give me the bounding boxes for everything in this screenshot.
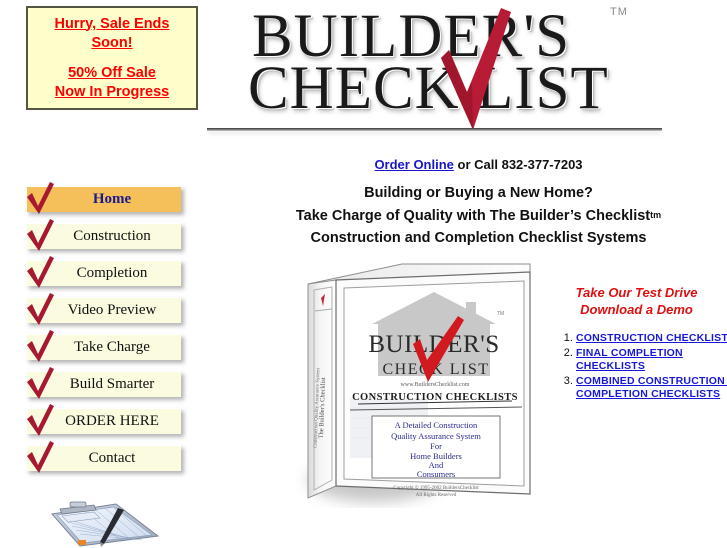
product-binder-image: The Builder's Checklist Construction Qua…: [307, 263, 531, 502]
binder-rights-text: All Rights Reserved: [416, 493, 457, 498]
sidebar-item-label: Video Preview: [67, 302, 157, 318]
order-phone-text: or Call 832-377-7203: [453, 157, 583, 172]
sidebar-item-construction[interactable]: Construction: [26, 219, 181, 251]
site-logo: BUILDER'S CHECK LIST TM: [200, 0, 727, 143]
red-checkmark-icon: [27, 367, 54, 399]
clipboard-clip-handle: [69, 501, 87, 508]
sidebar-item-label: Home: [92, 191, 132, 207]
orange-marker-icon: [78, 540, 86, 545]
red-checkmark-icon: [27, 330, 54, 362]
test-drive-line1: Take Our Test Drive: [575, 285, 698, 300]
sidebar-nav: Home Construction Completion Video Previ…: [26, 182, 202, 482]
sidebar-item-label: Completion: [76, 265, 148, 281]
list-item: CONSTRUCTION CHECKLISTS: [576, 332, 727, 346]
sidebar-item-label: Take Charge: [74, 339, 150, 355]
sidebar-item-home[interactable]: Home: [26, 182, 181, 214]
logo-divider: [207, 128, 662, 131]
red-checkmark-icon: [27, 441, 54, 473]
order-online-link[interactable]: Order Online: [374, 157, 453, 172]
trademark-icon: TM: [610, 6, 628, 18]
sale-line-2: Soon!: [91, 34, 133, 51]
test-drive-line2: Download a Demo: [580, 302, 693, 317]
sidebar-item-order-here[interactable]: ORDER HERE: [26, 404, 181, 436]
sale-line-4: Now In Progress: [54, 83, 170, 100]
test-drive-heading: Take Our Test Drive Download a Demo: [549, 284, 724, 318]
sidebar-item-build-smarter[interactable]: Build Smarter: [26, 367, 181, 399]
binder-desc-line6: Consumers: [417, 469, 455, 479]
binder-copyright-text: Copyright © 1995-2002 BuildersChecklist: [393, 485, 479, 491]
red-checkmark-icon: [27, 293, 54, 325]
sidebar-item-completion[interactable]: Completion: [26, 256, 181, 288]
sidebar-item-take-charge[interactable]: Take Charge: [26, 330, 181, 362]
list-item: COMBINED CONSTRUCTION and COMPLETION CHE…: [576, 375, 727, 402]
sidebar-item-label: Construction: [73, 228, 151, 244]
tagline-line2-text: Take Charge of Quality with The Builder’…: [295, 208, 651, 224]
demo-link-final-completion-checklists[interactable]: FINAL COMPLETION CHECKLISTS: [576, 347, 683, 373]
red-checkmark-icon: [27, 256, 54, 288]
demo-download-list: CONSTRUCTION CHECKLISTS FINAL COMPLETION…: [552, 332, 727, 403]
binder-trademark-icon: TM: [497, 311, 504, 317]
tagline-line1: Building or Buying a New Home?: [364, 185, 593, 201]
sale-line-1: Hurry, Sale Ends: [54, 15, 170, 32]
sale-line-3: 50% Off Sale: [68, 64, 156, 81]
sidebar-item-label: ORDER HERE: [65, 413, 159, 429]
clipboard-image: [51, 501, 160, 547]
red-checkmark-icon: [27, 219, 54, 251]
binder-desc-line2: Quality Assurance System: [391, 431, 481, 441]
order-line: Order Online or Call 832-377-7203: [230, 157, 727, 172]
logo-text-line2: CHECK LIST: [248, 55, 609, 122]
tagline-tm-icon: tm: [650, 210, 662, 220]
sidebar-item-label: Contact: [88, 450, 136, 466]
demo-link-combined-checklists[interactable]: COMBINED CONSTRUCTION and COMPLETION CHE…: [576, 375, 727, 401]
sidebar-item-label: Build Smarter: [69, 376, 155, 392]
binder-desc-line3: For: [430, 441, 442, 451]
red-checkmark-icon: [27, 182, 54, 214]
red-checkmark-icon: [27, 404, 54, 436]
sidebar-item-contact[interactable]: Contact: [26, 441, 181, 473]
tagline-block: Building or Buying a New Home? Take Char…: [230, 182, 727, 249]
sidebar-item-video-preview[interactable]: Video Preview: [26, 293, 181, 325]
page-root: Hurry, Sale Ends Soon! 50% Off Sale Now …: [0, 0, 727, 547]
tagline-line3: Construction and Completion Checklist Sy…: [310, 230, 647, 246]
list-item: FINAL COMPLETION CHECKLISTS: [576, 347, 727, 374]
demo-link-construction-checklists[interactable]: CONSTRUCTION CHECKLISTS: [576, 332, 727, 344]
sale-announcement-box: Hurry, Sale Ends Soon! 50% Off Sale Now …: [26, 6, 198, 110]
tagline-line2: Take Charge of Quality with The Builder’…: [230, 204, 727, 227]
binder-desc-line1: A Detailed Construction: [395, 420, 478, 430]
binder-url-text: www.BuildersChecklist.com: [401, 382, 470, 388]
